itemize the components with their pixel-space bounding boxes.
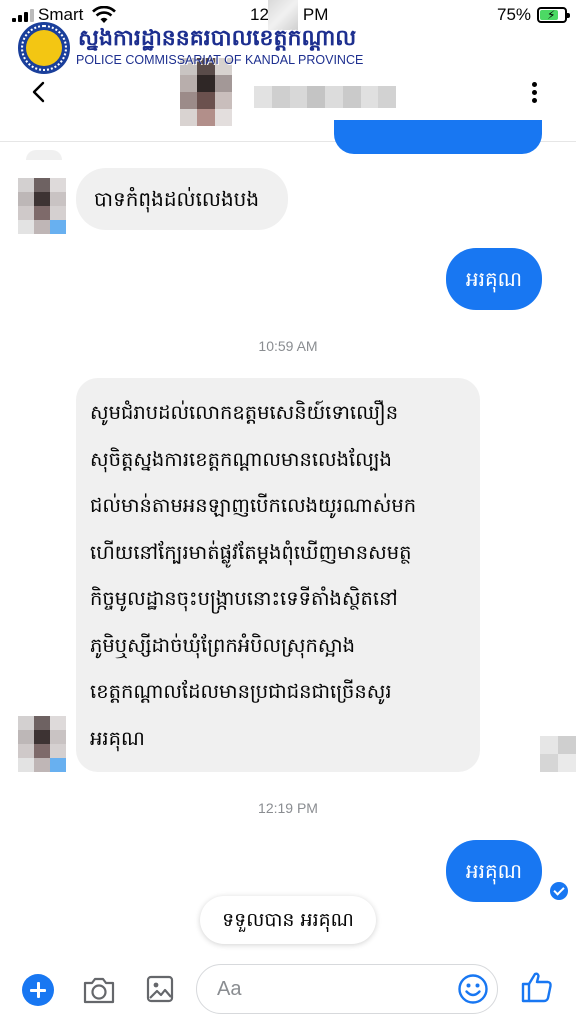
battery-percentage: 75% — [497, 5, 532, 24]
message-text: អរគុណ — [465, 267, 523, 291]
sender-avatar-pixelated[interactable] — [18, 716, 66, 772]
message-line: សុចិត្តស្នងការខេត្តកណ្តាលមានលេងល្បែង — [90, 447, 392, 471]
contact-name-pixelated[interactable] — [254, 86, 396, 108]
police-seal-icon — [16, 20, 72, 76]
outgoing-message[interactable]: អរគុណ — [446, 840, 542, 902]
sent-check-icon — [550, 882, 568, 900]
emoji-icon[interactable] — [457, 973, 489, 1005]
message-text: អរគុណ — [465, 859, 523, 883]
watermark-khmer-title: ស្នងការដ្ឋាននគរបាលខេត្តកណ្ដាល — [78, 26, 357, 51]
previous-outgoing-bubble[interactable] — [334, 120, 542, 154]
message-line: សូមជំរាបដល់លោកឧត្តមសេនិយ៍ទោឈឿន — [90, 401, 399, 424]
timestamp: 12:19 PM — [258, 800, 318, 816]
message-line: ហើយនៅក្បែរមាត់ផ្លូវតែម្តងពុំឃើញមានសមត្ថ — [90, 540, 412, 564]
message-input[interactable]: Aa — [196, 964, 498, 1014]
previous-incoming-bubble — [26, 150, 62, 160]
vertical-dots-icon[interactable] — [526, 80, 542, 106]
sender-avatar-pixelated[interactable] — [18, 178, 66, 234]
message-line: អរគុណ — [90, 726, 145, 750]
read-receipt-avatar-pixelated — [540, 736, 576, 772]
incoming-long-message[interactable]: សូមជំរាបដល់លោកឧត្តមសេនិយ៍ទោឈឿន សុចិត្តស្… — [76, 378, 480, 772]
message-composer: Aa — [0, 954, 576, 1024]
charging-bolt-icon: ⚡ — [547, 8, 556, 22]
thumbs-up-icon[interactable] — [520, 970, 554, 1004]
timestamp: 10:59 AM — [258, 338, 318, 354]
message-line: ជល់មាន់តាមអនឡាញបើកលេងយូរណាស់មក — [90, 494, 417, 517]
chevron-left-icon[interactable] — [28, 80, 52, 104]
police-watermark: ស្នងការដ្ឋាននគរបាលខេត្តកណ្ដាល POLICE COM… — [14, 18, 374, 76]
incoming-message[interactable]: បាទកំពុងដល់លេងបង — [76, 168, 288, 230]
plus-icon[interactable] — [22, 974, 54, 1006]
input-placeholder: Aa — [217, 978, 242, 1000]
message-text: បាទកំពុងដល់លេងបង — [94, 187, 260, 211]
camera-icon[interactable] — [82, 974, 116, 1006]
watermark-english-title: POLICE COMMISSARIAT OF KANDAL PROVINCE — [76, 53, 364, 67]
battery-icon: ⚡ — [537, 7, 570, 23]
outgoing-message[interactable]: អរគុណ — [446, 248, 542, 310]
message-line: ខេត្តកណ្តាលដែលមានប្រជាជនជាច្រើនសូរ — [90, 680, 392, 703]
message-line: ភូមិឬស្សីដាច់ឃុំព្រែកអំបិលស្រុកស្អាង — [90, 633, 355, 657]
message-line: កិច្ចមូលដ្ឋានចុះបង្រ្កាបនោះទេទីតាំងស្ថិត… — [90, 587, 398, 610]
quick-reply-chip[interactable]: ទទួលបាន អរគុណ — [200, 896, 376, 944]
image-icon[interactable] — [146, 974, 174, 1004]
